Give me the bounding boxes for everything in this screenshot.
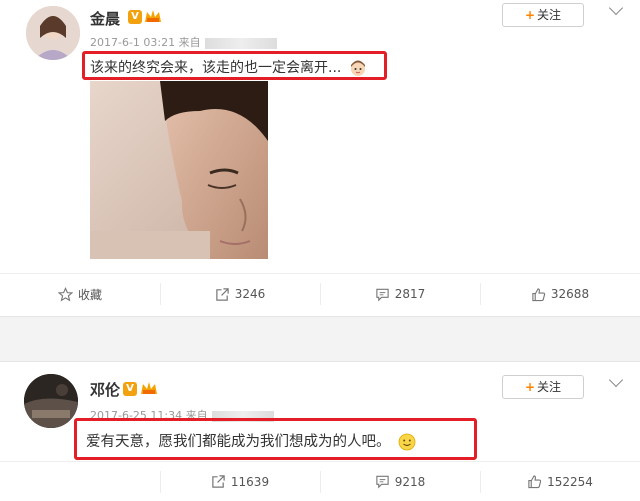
repost-button[interactable]: 3246 <box>160 274 320 314</box>
post-meta: 2017-6-1 03:21 来自 <box>90 34 277 50</box>
action-bar: 11639 9218 152254 <box>0 461 640 501</box>
avatar[interactable] <box>26 6 80 60</box>
star-icon <box>57 286 73 301</box>
author-name[interactable]: 邓伦 <box>90 379 120 400</box>
repost-button[interactable]: 11639 <box>160 462 320 501</box>
favorite-button[interactable]: 收藏 <box>0 274 160 314</box>
like-count: 152254 <box>547 474 593 489</box>
author-name[interactable]: 金晨 <box>90 8 120 29</box>
repost-icon <box>212 475 225 488</box>
weibo-post: 邓伦 V 2017-6-25 11:34 来自 + 关注 爱有天意，愿我们都能成为… <box>0 362 640 501</box>
post-time[interactable]: 2017-6-1 03:21 <box>90 36 175 49</box>
thumb-up-icon <box>528 475 542 489</box>
member-crown-icon <box>145 10 161 22</box>
favorite-label: 收藏 <box>77 287 102 302</box>
post-text: 该来的终究会来，该走的也一定会离开... <box>82 51 387 80</box>
chevron-down-icon[interactable] <box>608 0 624 16</box>
post-photo[interactable] <box>90 81 268 259</box>
repost-icon <box>215 287 229 301</box>
plus-icon: + <box>524 380 536 394</box>
chevron-down-icon[interactable] <box>608 372 624 388</box>
avatar[interactable] <box>24 374 78 428</box>
plus-icon: + <box>524 8 536 22</box>
post-text: 爱有天意，愿我们都能成为我们想成为的人吧。 <box>74 418 477 460</box>
repost-count: 11639 <box>230 474 270 489</box>
action-bar: 收藏 3246 2817 32688 <box>0 274 640 314</box>
comment-count: 9218 <box>394 474 426 489</box>
comment-button[interactable]: 2817 <box>320 274 480 314</box>
comment-count: 2817 <box>394 287 426 301</box>
repost-count: 3246 <box>234 287 266 301</box>
post-text-content: 爱有天意，愿我们都能成为我们想成为的人吧。 <box>86 434 391 450</box>
comment-icon <box>376 288 389 301</box>
follow-label: 关注 <box>537 8 562 22</box>
like-button[interactable]: 32688 <box>480 274 640 314</box>
favorite-button[interactable] <box>0 462 160 501</box>
cute-face-emoji-icon <box>350 60 365 76</box>
member-crown-icon <box>141 382 157 394</box>
verified-icon: V <box>128 10 142 24</box>
verified-icon: V <box>123 382 137 396</box>
smiley-icon <box>398 433 416 451</box>
follow-label: 关注 <box>537 380 562 394</box>
blurred-source <box>204 37 277 49</box>
weibo-feed: 金晨 V 2017-6-1 03:21 来自 + 关注 该来的终究会来，该走的也一… <box>0 0 640 501</box>
comment-icon <box>376 475 389 489</box>
follow-button[interactable]: + 关注 <box>502 375 584 399</box>
post-text-content: 该来的终究会来，该走的也一定会离开... <box>90 60 342 76</box>
like-count: 32688 <box>550 287 590 301</box>
feed-gap <box>0 316 640 362</box>
like-button[interactable]: 152254 <box>480 462 640 501</box>
weibo-post: 金晨 V 2017-6-1 03:21 来自 + 关注 该来的终究会来，该走的也一… <box>0 0 640 316</box>
thumb-up-icon <box>532 287 546 301</box>
post-source-label: 来自 <box>178 36 201 49</box>
comment-button[interactable]: 9218 <box>320 462 480 501</box>
follow-button[interactable]: + 关注 <box>502 3 584 27</box>
